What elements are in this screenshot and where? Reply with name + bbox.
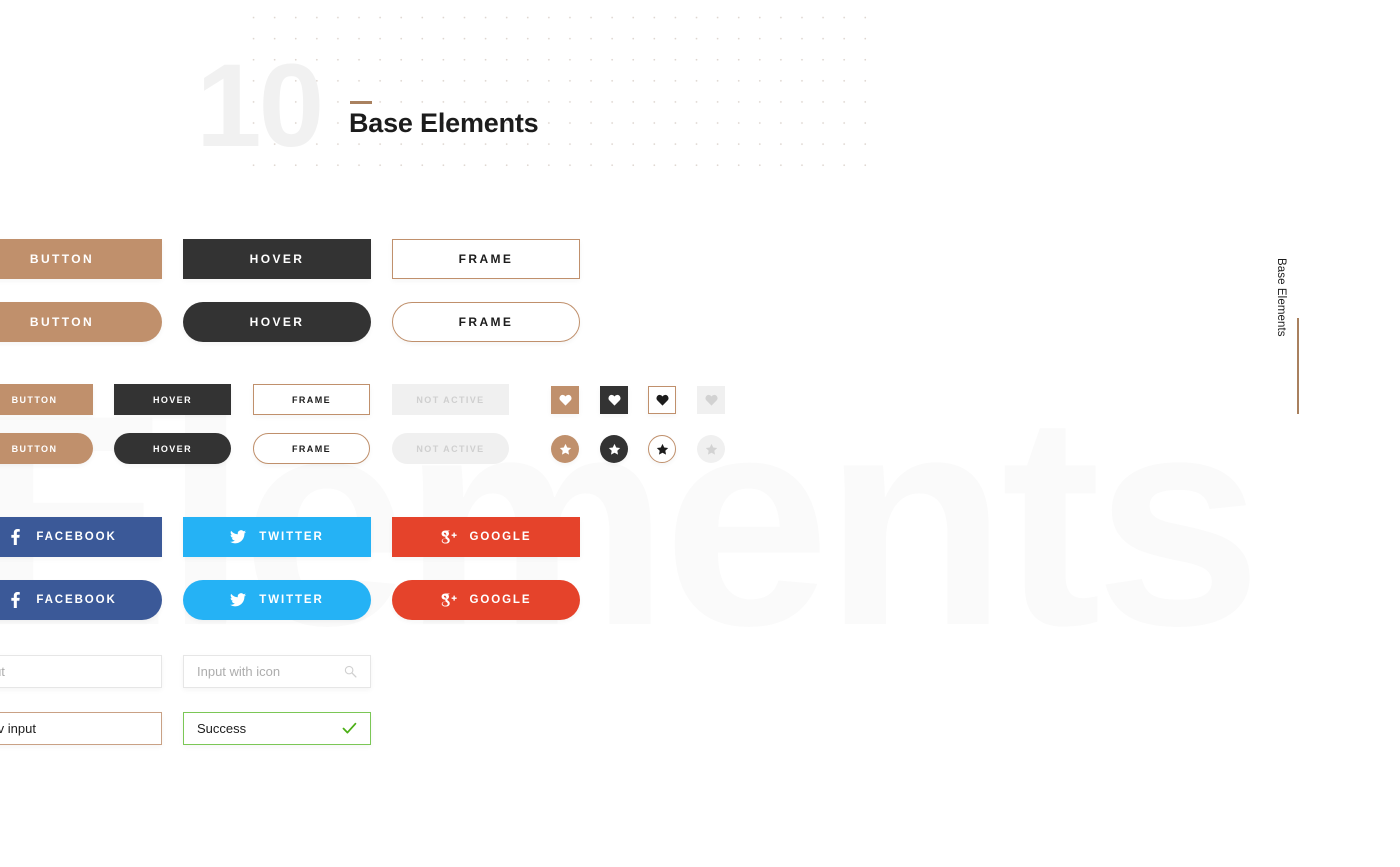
button-small-pill-disabled: Not Active	[392, 433, 509, 464]
button-label: Hover	[249, 315, 305, 329]
input-with-icon-placeholder: Input with icon	[197, 664, 281, 679]
icon-button-heart-primary[interactable]	[551, 386, 579, 414]
heart-icon	[704, 394, 718, 406]
button-label: Button	[11, 443, 58, 454]
social-button-google-square[interactable]: Google	[392, 517, 580, 557]
button-label: Not Active	[416, 394, 485, 405]
dot-grid-decoration	[243, 0, 875, 172]
button-small-square-frame[interactable]: Frame	[253, 384, 370, 415]
button-small-pill-hover[interactable]: Hover	[114, 433, 231, 464]
button-small-square-disabled: Not Active	[392, 384, 509, 415]
social-button-label: Twitter	[259, 531, 324, 543]
button-large-pill-frame[interactable]: Frame	[392, 302, 580, 342]
button-label: Not Active	[416, 443, 485, 454]
page-title: Base Elements	[349, 108, 539, 138]
side-label: Base Elements	[1270, 258, 1292, 368]
icon-button-star-hover[interactable]	[600, 435, 628, 463]
icon-button-heart-disabled	[697, 386, 725, 414]
button-label: Frame	[458, 315, 514, 329]
input-success[interactable]: Success	[183, 712, 371, 745]
star-icon	[559, 443, 571, 455]
button-small-pill-primary[interactable]: Button	[0, 433, 93, 464]
button-large-square-frame[interactable]: Frame	[392, 239, 580, 279]
social-button-label: Facebook	[36, 531, 117, 543]
section-number: 10	[196, 40, 324, 172]
button-label: Frame	[292, 443, 331, 454]
icon-button-star-disabled	[697, 435, 725, 463]
input-plain[interactable]: Input	[0, 655, 162, 688]
social-button-facebook-pill[interactable]: Facebook	[0, 580, 162, 620]
title-accent-dash	[350, 101, 372, 104]
icon-button-star-primary[interactable]	[551, 435, 579, 463]
heart-icon	[607, 394, 621, 406]
button-label: Button	[29, 252, 95, 266]
social-button-google-pill[interactable]: Google	[392, 580, 580, 620]
button-small-pill-frame[interactable]: Frame	[253, 433, 370, 464]
social-button-twitter-square[interactable]: Twitter	[183, 517, 371, 557]
heart-icon	[655, 394, 669, 406]
icon-button-heart-hover[interactable]	[600, 386, 628, 414]
button-label: Hover	[152, 394, 192, 405]
button-label: Frame	[458, 252, 514, 266]
button-large-square-hover[interactable]: Hover	[183, 239, 371, 279]
button-large-pill-hover[interactable]: Hover	[183, 302, 371, 342]
star-icon	[705, 443, 717, 455]
button-label: Hover	[152, 443, 192, 454]
social-button-label: Facebook	[36, 594, 117, 606]
check-icon	[342, 722, 357, 735]
input-active-value: Activ input	[0, 721, 36, 736]
side-accent-rule	[1297, 318, 1299, 414]
social-button-facebook-square[interactable]: Facebook	[0, 517, 162, 557]
icon-button-star-frame[interactable]	[648, 435, 676, 463]
input-active[interactable]: Activ input	[0, 712, 162, 745]
input-plain-placeholder: Input	[0, 664, 5, 679]
facebook-icon	[7, 592, 23, 608]
button-label: Button	[29, 315, 95, 329]
side-label-text: Base Elements	[1275, 258, 1287, 337]
button-small-square-hover[interactable]: Hover	[114, 384, 231, 415]
twitter-icon	[230, 529, 247, 545]
social-button-label: Twitter	[259, 594, 324, 606]
social-button-label: Google	[469, 531, 532, 543]
search-icon[interactable]	[344, 665, 357, 678]
input-with-icon[interactable]: Input with icon	[183, 655, 371, 688]
button-label: Button	[11, 394, 58, 405]
star-icon	[656, 443, 668, 455]
button-large-pill-primary[interactable]: Button	[0, 302, 162, 342]
icon-button-heart-frame[interactable]	[648, 386, 676, 414]
input-success-value: Success	[197, 721, 247, 736]
twitter-icon	[230, 592, 247, 608]
facebook-icon	[7, 529, 23, 545]
button-large-square-primary[interactable]: Button	[0, 239, 162, 279]
button-small-square-primary[interactable]: Button	[0, 384, 93, 415]
button-label: Hover	[249, 252, 305, 266]
heart-icon	[558, 394, 572, 406]
google-plus-icon	[441, 592, 457, 608]
social-button-label: Google	[469, 594, 532, 606]
social-button-twitter-pill[interactable]: Twitter	[183, 580, 371, 620]
google-plus-icon	[441, 529, 457, 545]
star-icon	[608, 443, 620, 455]
page-root: Elements 10 Base Elements Base Elements …	[0, 0, 1400, 867]
button-label: Frame	[292, 394, 331, 405]
